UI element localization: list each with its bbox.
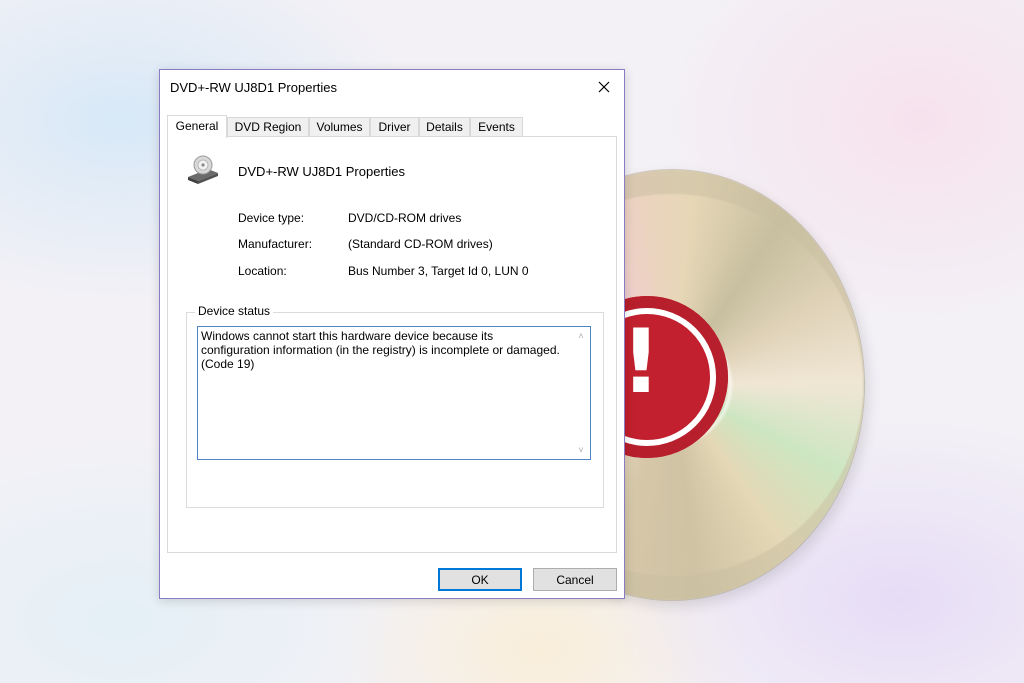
scroll-down-arrow-icon[interactable]: ˅ (575, 445, 587, 455)
device-status-group: Device status Windows cannot start this … (186, 304, 604, 508)
location-label: Location: (238, 264, 287, 278)
status-line: (Code 19) (201, 357, 255, 371)
tab-volumes[interactable]: Volumes (309, 117, 370, 137)
manufacturer-label: Manufacturer: (238, 237, 313, 251)
tab-label: Volumes (316, 120, 363, 134)
tab-general[interactable]: General (167, 115, 227, 138)
general-tab-panel: DVD+-RW UJ8D1 Properties Device type: DV… (167, 136, 617, 553)
cancel-label: Cancel (556, 572, 594, 587)
close-button[interactable] (584, 70, 624, 104)
tab-label: Details (426, 120, 463, 134)
device-status-label: Device status (195, 304, 274, 318)
tab-events[interactable]: Events (470, 117, 523, 137)
title-bar[interactable]: DVD+-RW UJ8D1 Properties (160, 70, 624, 106)
tab-label: General (175, 119, 219, 133)
device-name: DVD+-RW UJ8D1 Properties (238, 164, 406, 179)
manufacturer-value: (Standard CD-ROM drives) (348, 237, 493, 251)
tab-label: Driver (378, 120, 411, 134)
tab-driver[interactable]: Driver (370, 117, 419, 137)
device-type-label: Device type: (238, 211, 305, 225)
dvd-drive-icon (188, 155, 218, 184)
tab-label: DVD Region (234, 120, 302, 134)
status-line: Windows cannot start this hardware devic… (201, 329, 494, 343)
status-line: configuration information (in the regist… (201, 343, 560, 357)
ok-button[interactable]: OK (438, 568, 522, 591)
device-type-value: DVD/CD-ROM drives (348, 211, 462, 225)
ok-label: OK (471, 572, 489, 587)
tab-details[interactable]: Details (419, 117, 470, 137)
scroll-up-arrow-icon[interactable]: ˄ (575, 331, 587, 341)
properties-dialog: DVD+-RW UJ8D1 Properties General DVD Reg… (159, 69, 625, 599)
cancel-button[interactable]: Cancel (533, 568, 617, 591)
device-status-textbox[interactable]: Windows cannot start this hardware devic… (197, 326, 591, 460)
tab-dvd-region[interactable]: DVD Region (227, 117, 309, 137)
tab-label: Events (478, 120, 515, 134)
close-icon (598, 81, 610, 93)
window-title: DVD+-RW UJ8D1 Properties (170, 80, 338, 95)
location-value: Bus Number 3, Target Id 0, LUN 0 (348, 264, 529, 278)
